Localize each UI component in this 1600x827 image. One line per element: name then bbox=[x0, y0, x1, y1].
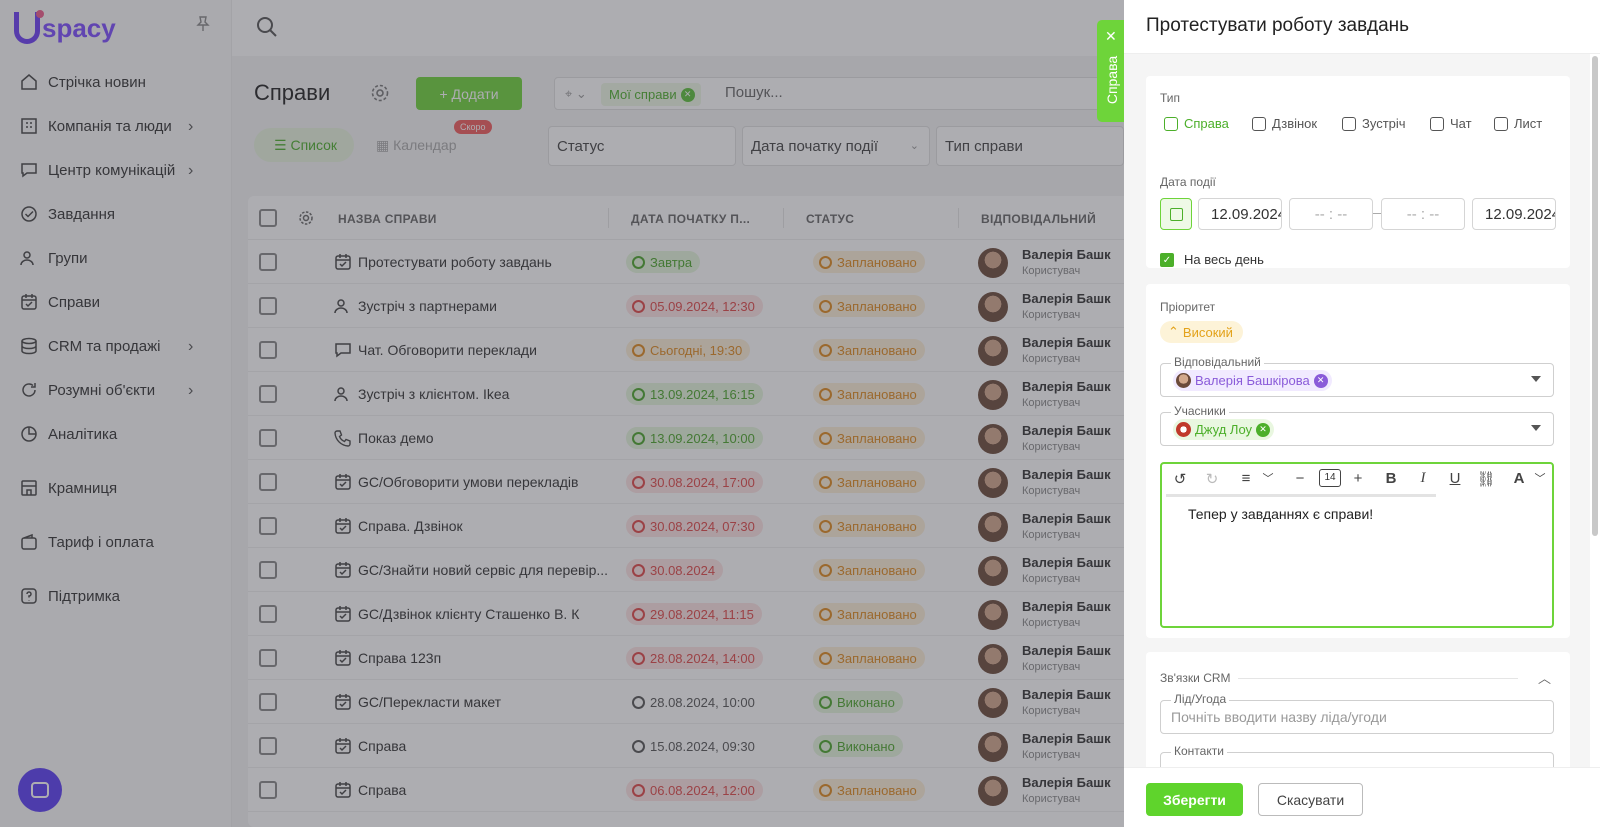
responsible-name: Валерія Башкірова bbox=[1195, 373, 1310, 388]
panel-body: Тип Справа Дзвінок Зустріч Чат Лист Дата под… bbox=[1124, 54, 1590, 767]
all-day-label: На весь день bbox=[1184, 252, 1264, 267]
details-card: Пріоритет ⌃ Високий Відповідальний Валері… bbox=[1146, 284, 1570, 638]
participant-name: Джуд Лоу bbox=[1195, 422, 1253, 437]
lead-placeholder: Почніть вводити назву ліда/угоди bbox=[1171, 709, 1387, 725]
type-option-call[interactable]: Дзвінок bbox=[1252, 116, 1317, 131]
avatar bbox=[1176, 373, 1191, 388]
time-start-input[interactable]: -- : -- bbox=[1289, 198, 1373, 230]
dropdown-arrow-icon[interactable] bbox=[1531, 376, 1541, 382]
priority-label: Пріоритет bbox=[1160, 300, 1216, 314]
collapse-icon[interactable]: ︿ bbox=[1538, 668, 1551, 687]
type-option-chat[interactable]: Чат bbox=[1430, 116, 1472, 131]
crm-card: Зв'язки CRM ︿ Лід/Угода Почніть вводити … bbox=[1146, 652, 1570, 767]
users-icon bbox=[1342, 116, 1356, 131]
type-option-meeting[interactable]: Зустріч bbox=[1342, 116, 1406, 131]
calendar-check-icon bbox=[1164, 116, 1178, 131]
underline-icon[interactable]: U bbox=[1445, 470, 1465, 487]
type-option-label: Дзвінок bbox=[1272, 116, 1318, 131]
bold-icon[interactable]: B bbox=[1381, 470, 1401, 487]
type-option-label: Лист bbox=[1514, 116, 1543, 131]
lead-field[interactable]: Лід/Угода Почніть вводити назву ліда/уго… bbox=[1160, 692, 1554, 734]
priority-badge[interactable]: ⌃ Високий bbox=[1160, 321, 1243, 343]
remove-icon[interactable]: ✕ bbox=[1256, 422, 1271, 437]
editor-toolbar: ↺ ↻ ≡ ﹀ − 14 + B I U ⛓ A ﹀ bbox=[1162, 464, 1552, 494]
panel-title[interactable]: Протестувати роботу завдань bbox=[1146, 15, 1409, 37]
plus-icon[interactable]: + bbox=[1348, 470, 1368, 487]
date-end-input[interactable]: 12.09.2024 bbox=[1472, 198, 1556, 230]
avatar bbox=[1176, 422, 1191, 437]
type-option-label: Справа bbox=[1184, 116, 1229, 131]
modal-overlay[interactable] bbox=[0, 0, 1124, 827]
save-button[interactable]: Зберегти bbox=[1146, 783, 1243, 816]
panel-side-tab[interactable]: ✕ Справа bbox=[1097, 20, 1125, 122]
chevron-down-icon[interactable]: ﹀ bbox=[1258, 470, 1278, 486]
toolbar-divider bbox=[1166, 494, 1436, 497]
participant-chip[interactable]: Джуд Лоу ✕ bbox=[1173, 419, 1275, 440]
italic-icon[interactable]: I bbox=[1413, 470, 1433, 487]
all-day-checkbox[interactable]: ✓ bbox=[1160, 253, 1174, 267]
panel-scrollbar[interactable] bbox=[1592, 56, 1598, 536]
description-editor[interactable]: ↺ ↻ ≡ ﹀ − 14 + B I U ⛓ A ﹀ Тепер у завда… bbox=[1160, 462, 1554, 628]
side-tab-label: Справа bbox=[1104, 55, 1120, 105]
mail-icon bbox=[1494, 116, 1508, 131]
deal-panel: Протестувати роботу завдань Тип Справа Дз… bbox=[1124, 0, 1600, 827]
link-icon[interactable]: ⛓ bbox=[1476, 470, 1496, 488]
priority-value: Високий bbox=[1182, 324, 1233, 340]
contacts-field[interactable]: Контакти bbox=[1160, 744, 1554, 767]
panel-header: Протестувати роботу завдань bbox=[1124, 0, 1600, 54]
calendar-button[interactable] bbox=[1160, 198, 1192, 230]
calendar-icon bbox=[1170, 208, 1183, 221]
date-label: Дата події bbox=[1160, 175, 1216, 189]
font-size-input[interactable]: 14 bbox=[1319, 469, 1341, 487]
range-dash bbox=[1373, 213, 1381, 214]
type-option-label: Чат bbox=[1450, 116, 1472, 131]
undo-icon[interactable]: ↺ bbox=[1170, 470, 1190, 488]
cancel-button[interactable]: Скасувати bbox=[1258, 783, 1363, 816]
responsible-field[interactable]: Відповідальний Валерія Башкірова ✕ bbox=[1160, 355, 1554, 397]
type-date-card: Тип Справа Дзвінок Зустріч Чат Лист Дата под… bbox=[1146, 76, 1570, 268]
close-icon[interactable]: ✕ bbox=[1105, 28, 1117, 45]
type-option-deal[interactable]: Справа bbox=[1164, 116, 1229, 131]
type-option-label: Зустріч bbox=[1362, 116, 1406, 131]
chevron-up-icon: ⌃ bbox=[1168, 324, 1179, 339]
crm-label: Зв'язки CRM bbox=[1160, 671, 1231, 685]
participants-field-label: Учасники bbox=[1171, 404, 1229, 418]
divider bbox=[1238, 678, 1518, 679]
redo-icon[interactable]: ↻ bbox=[1202, 470, 1222, 488]
lead-field-label: Лід/Угода bbox=[1171, 692, 1230, 706]
participants-field[interactable]: Учасники Джуд Лоу ✕ bbox=[1160, 404, 1554, 446]
type-option-letter[interactable]: Лист bbox=[1494, 116, 1542, 131]
editor-content[interactable]: Тепер у завданнях є справи! bbox=[1188, 506, 1373, 522]
remove-icon[interactable]: ✕ bbox=[1313, 373, 1328, 388]
chevron-down-icon[interactable]: ﹀ bbox=[1530, 470, 1550, 486]
minus-icon[interactable]: − bbox=[1290, 470, 1310, 487]
dropdown-arrow-icon[interactable] bbox=[1531, 425, 1541, 431]
type-label: Тип bbox=[1160, 91, 1181, 105]
text-color-icon[interactable]: A bbox=[1509, 470, 1529, 487]
app-root: spacy Стрічка новин Компанія та люди › Цент… bbox=[0, 0, 1600, 827]
responsible-field-label: Відповідальний bbox=[1171, 355, 1264, 369]
phone-icon bbox=[1252, 116, 1266, 131]
date-start-input[interactable]: 12.09.2024 bbox=[1198, 198, 1282, 230]
type-selector: Справа Дзвінок Зустріч Чат Лист bbox=[1146, 116, 1566, 140]
chat-icon bbox=[1430, 116, 1444, 131]
responsible-chip[interactable]: Валерія Башкірова ✕ bbox=[1173, 370, 1332, 391]
time-end-input[interactable]: -- : -- bbox=[1381, 198, 1465, 230]
contacts-field-label: Контакти bbox=[1171, 744, 1227, 758]
align-icon[interactable]: ≡ bbox=[1236, 470, 1256, 487]
panel-footer: Зберегти Скасувати bbox=[1124, 767, 1600, 827]
